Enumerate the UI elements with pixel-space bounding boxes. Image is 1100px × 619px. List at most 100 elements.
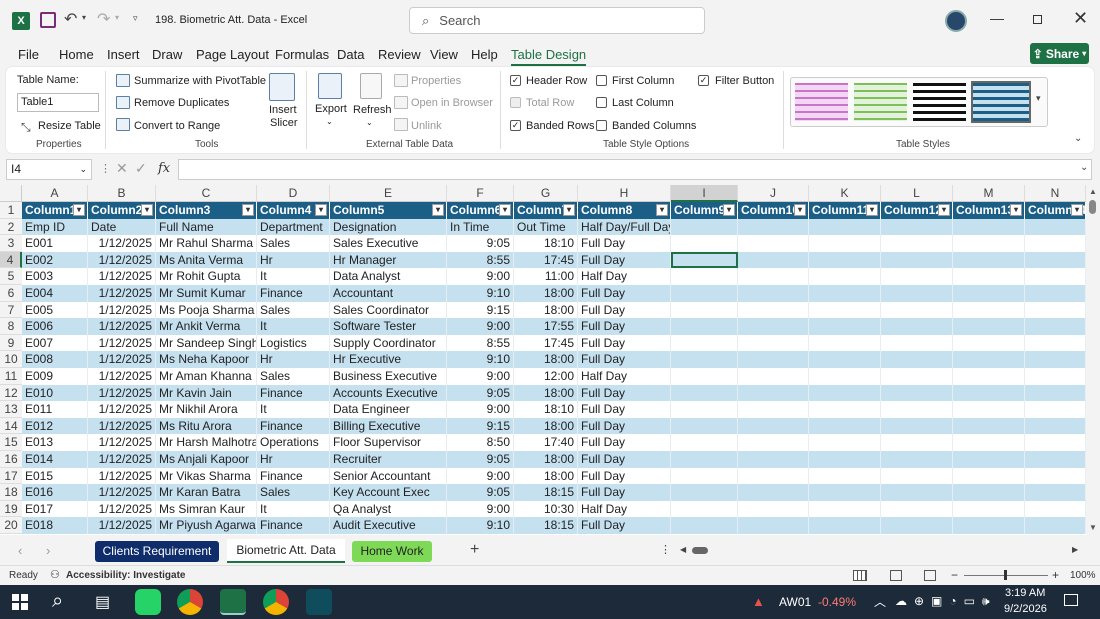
- table-cell[interactable]: Date: [88, 218, 156, 236]
- table-cell[interactable]: [881, 268, 953, 285]
- table-cell[interactable]: 1/12/2025: [88, 318, 156, 335]
- table-cell[interactable]: Hr Manager: [330, 251, 447, 269]
- column-header-n[interactable]: N: [1025, 185, 1086, 202]
- table-cell[interactable]: [809, 334, 881, 352]
- table-cell[interactable]: [1025, 368, 1086, 385]
- table-style-green[interactable]: [854, 83, 907, 121]
- table-header-cell[interactable]: Column10 ▾: [738, 202, 809, 219]
- table-cell[interactable]: Logistics: [257, 334, 330, 352]
- convert-range-button[interactable]: Convert to Range: [134, 120, 220, 132]
- total-row-checkbox[interactable]: [510, 97, 521, 108]
- vertical-scroll-thumb[interactable]: [1089, 200, 1096, 214]
- table-cell[interactable]: 9:00: [447, 500, 514, 518]
- table-cell[interactable]: 1/12/2025: [88, 235, 156, 252]
- table-cell[interactable]: [738, 401, 809, 418]
- table-cell[interactable]: 1/12/2025: [88, 451, 156, 468]
- table-cell[interactable]: 1/12/2025: [88, 434, 156, 451]
- table-cell[interactable]: Ms Anjali Kapoor: [156, 451, 257, 468]
- table-cell[interactable]: 9:00: [447, 368, 514, 385]
- table-cell[interactable]: [953, 334, 1025, 352]
- table-cell[interactable]: [809, 251, 881, 269]
- table-cell[interactable]: [738, 218, 809, 236]
- table-cell[interactable]: 17:55: [514, 318, 578, 335]
- first-column-checkbox[interactable]: [596, 75, 607, 86]
- filter-dropdown-icon[interactable]: ▾: [432, 204, 444, 216]
- table-cell[interactable]: [671, 318, 738, 335]
- table-cell[interactable]: Ms Pooja Sharma: [156, 301, 257, 319]
- table-cell[interactable]: [881, 451, 953, 468]
- table-cell[interactable]: [809, 218, 881, 236]
- row-header[interactable]: 3: [0, 235, 22, 252]
- table-cell[interactable]: E017: [22, 500, 88, 518]
- table-cell[interactable]: Half Day: [578, 500, 671, 518]
- scroll-up-icon[interactable]: ▲: [1089, 187, 1097, 196]
- table-cell[interactable]: Sales: [257, 484, 330, 501]
- table-cell[interactable]: Hr: [257, 451, 330, 468]
- table-cell[interactable]: [671, 417, 738, 435]
- table-cell[interactable]: [671, 218, 738, 236]
- table-style-blue-selected[interactable]: [971, 81, 1031, 123]
- menu-view[interactable]: View: [430, 47, 458, 62]
- table-cell[interactable]: [809, 318, 881, 335]
- table-cell[interactable]: 9:15: [447, 417, 514, 435]
- column-header-j[interactable]: J: [738, 185, 809, 202]
- table-cell[interactable]: Finance: [257, 384, 330, 402]
- table-cell[interactable]: [738, 517, 809, 534]
- table-cell[interactable]: 1/12/2025: [88, 368, 156, 385]
- undo-icon[interactable]: ↶: [64, 9, 77, 29]
- menu-review[interactable]: Review: [378, 47, 421, 62]
- page-layout-view-icon[interactable]: [890, 570, 902, 581]
- row-header[interactable]: 8: [0, 318, 22, 335]
- table-cell[interactable]: 18:00: [514, 301, 578, 319]
- table-cell[interactable]: 9:00: [447, 401, 514, 418]
- table-cell[interactable]: Accountant: [330, 285, 447, 302]
- table-cell[interactable]: [809, 417, 881, 435]
- table-cell[interactable]: It: [257, 401, 330, 418]
- column-header-m[interactable]: M: [953, 185, 1025, 202]
- table-cell[interactable]: 1/12/2025: [88, 301, 156, 319]
- banded-columns-checkbox[interactable]: [596, 120, 607, 131]
- table-cell[interactable]: Department: [257, 218, 330, 236]
- refresh-button[interactable]: Refresh: [353, 104, 392, 116]
- table-cell[interactable]: Ms Ritu Arora: [156, 417, 257, 435]
- table-cell[interactable]: E016: [22, 484, 88, 501]
- table-cell[interactable]: 18:00: [514, 285, 578, 302]
- table-cell[interactable]: E007: [22, 334, 88, 352]
- table-cell[interactable]: Software Tester: [330, 318, 447, 335]
- table-cell[interactable]: Finance: [257, 467, 330, 485]
- table-cell[interactable]: 8:55: [447, 334, 514, 352]
- vertical-scrollbar[interactable]: ▲ ▼: [1086, 185, 1100, 535]
- table-cell[interactable]: [738, 384, 809, 402]
- table-cell[interactable]: [953, 517, 1025, 534]
- table-cell[interactable]: 17:40: [514, 434, 578, 451]
- row-header[interactable]: 20: [0, 517, 22, 534]
- table-cell[interactable]: [738, 334, 809, 352]
- table-cell[interactable]: Mr Piyush Agarwal: [156, 517, 257, 534]
- table-cell[interactable]: [881, 500, 953, 518]
- table-cell[interactable]: Hr Executive: [330, 351, 447, 368]
- minimize-icon[interactable]: —: [990, 10, 1004, 26]
- menu-draw[interactable]: Draw: [152, 47, 182, 62]
- column-header-e[interactable]: E: [330, 185, 447, 202]
- unlink-button[interactable]: Unlink: [411, 120, 442, 132]
- table-cell[interactable]: 1/12/2025: [88, 285, 156, 302]
- add-sheet-icon[interactable]: +: [470, 541, 479, 559]
- export-button[interactable]: Export: [315, 103, 347, 115]
- table-cell[interactable]: [671, 334, 738, 352]
- table-cell[interactable]: Full Name: [156, 218, 257, 236]
- table-cell[interactable]: [881, 334, 953, 352]
- table-cell[interactable]: Full Day: [578, 251, 671, 269]
- table-cell[interactable]: Recruiter: [330, 451, 447, 468]
- table-header-cell[interactable]: Column14 ▾: [1025, 202, 1086, 219]
- header-row-checkbox[interactable]: ✓: [510, 75, 521, 86]
- table-cell[interactable]: [671, 285, 738, 302]
- redo-icon[interactable]: ↷: [97, 9, 110, 29]
- normal-view-icon[interactable]: [853, 570, 867, 581]
- table-cell[interactable]: [1025, 434, 1086, 451]
- table-cell[interactable]: 1/12/2025: [88, 467, 156, 485]
- table-cell[interactable]: It: [257, 500, 330, 518]
- table-cell[interactable]: Audit Executive: [330, 517, 447, 534]
- table-cell[interactable]: 12:00: [514, 368, 578, 385]
- table-cell[interactable]: E012: [22, 417, 88, 435]
- sheet-tab-home-work[interactable]: Home Work: [352, 541, 432, 562]
